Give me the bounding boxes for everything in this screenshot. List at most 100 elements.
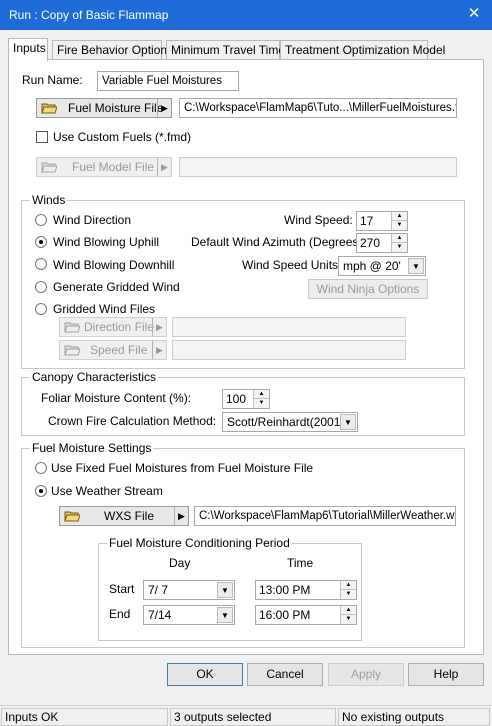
wind-speed-units-value: mph @ 20' — [343, 259, 401, 273]
inputs-panel: Run Name: Variable Fuel Moistures Fuel M… — [8, 59, 484, 655]
wind-speed-stepper[interactable]: 17 ▲ ▼ — [356, 211, 408, 231]
day-column-header: Day — [169, 556, 191, 570]
wind-azimuth-stepper[interactable]: 270 ▲ ▼ — [356, 233, 408, 253]
gridded-wind-files-radio[interactable] — [35, 303, 47, 315]
chevron-down-icon[interactable]: ▼ — [217, 607, 233, 623]
end-time-value: 16:00 PM — [259, 608, 311, 622]
open-folder-icon — [41, 103, 57, 114]
chevron-down-icon[interactable]: ▼ — [217, 582, 233, 598]
speed-file-button[interactable]: Speed File ▶ — [59, 340, 167, 360]
use-weather-stream-label: Use Weather Stream — [51, 484, 163, 498]
generate-gridded-wind-radio[interactable] — [35, 281, 47, 293]
foliar-moisture-stepper[interactable]: 100 ▲ ▼ — [222, 389, 270, 409]
wind-blowing-uphill-label: Wind Blowing Uphill — [53, 235, 160, 249]
winds-legend: Winds — [30, 193, 68, 207]
tab-inputs[interactable]: Inputs — [8, 38, 48, 61]
start-time-value: 13:00 PM — [259, 583, 311, 597]
status-outputs-selected: 3 outputs selected — [170, 708, 336, 726]
gridded-wind-files-label: Gridded Wind Files — [53, 302, 156, 316]
chevron-down-icon[interactable]: ▼ — [408, 258, 424, 274]
status-bar: Inputs OK 3 outputs selected No existing… — [0, 705, 492, 726]
spin-up-icon[interactable]: ▲ — [340, 606, 356, 615]
speed-file-label: Speed File — [90, 343, 148, 357]
spin-up-icon[interactable]: ▲ — [391, 212, 407, 221]
start-row-label: Start — [109, 582, 135, 596]
time-column-header: Time — [287, 556, 314, 570]
open-folder-icon — [64, 345, 80, 356]
conditioning-period-group: Fuel Moisture Conditioning Period Day Ti… — [98, 536, 362, 641]
apply-button[interactable]: Apply — [328, 663, 404, 686]
winds-group: Winds Wind Direction Wind Blowing Uphill… — [21, 193, 465, 369]
fuel-moisture-file-path[interactable]: C:\Workspace\FlamMap6\Tuto...\MillerFuel… — [179, 98, 457, 118]
spin-up-icon[interactable]: ▲ — [391, 234, 407, 243]
spin-down-icon[interactable]: ▼ — [391, 243, 407, 252]
wxs-file-label: WXS File — [104, 509, 155, 523]
cancel-button[interactable]: Cancel — [247, 663, 323, 686]
spin-down-icon[interactable]: ▼ — [253, 399, 269, 408]
wind-direction-radio[interactable] — [35, 214, 47, 226]
conditioning-period-legend: Fuel Moisture Conditioning Period — [107, 536, 292, 550]
open-folder-icon — [64, 511, 80, 522]
chevron-right-icon: ▶ — [157, 99, 171, 117]
window-title: Run : Copy of Basic Flammap — [9, 8, 169, 22]
use-custom-fuels-checkbox[interactable] — [36, 131, 48, 143]
close-icon[interactable]: ✕ — [466, 6, 482, 22]
open-folder-icon — [64, 322, 80, 333]
use-weather-stream-radio[interactable] — [35, 485, 47, 497]
fuel-model-file-button[interactable]: Fuel Model File ▶ — [36, 157, 172, 177]
direction-file-button[interactable]: Direction File ▶ — [59, 317, 167, 337]
run-name-label: Run Name: — [22, 73, 83, 87]
tab-fire-behavior-options[interactable]: Fire Behavior Options — [52, 40, 173, 60]
wind-ninja-options-button[interactable]: Wind Ninja Options — [308, 279, 428, 299]
wxs-file-path[interactable]: C:\Workspace\FlamMap6\Tutorial\MillerWea… — [194, 506, 456, 526]
status-inputs: Inputs OK — [1, 708, 168, 726]
chevron-right-icon: ▶ — [174, 507, 188, 525]
spin-up-icon[interactable]: ▲ — [253, 390, 269, 399]
fuel-moisture-file-label: Fuel Moisture File — [68, 101, 164, 115]
speed-file-path — [172, 340, 406, 360]
canopy-legend: Canopy Characteristics — [30, 370, 159, 384]
use-fixed-fuel-moistures-label: Use Fixed Fuel Moistures from Fuel Moist… — [51, 461, 314, 475]
foliar-moisture-label: Foliar Moisture Content (%): — [41, 391, 192, 405]
wind-azimuth-value: 270 — [360, 236, 381, 250]
chevron-right-icon: ▶ — [152, 341, 166, 359]
wind-speed-units-label: Wind Speed Units: — [242, 258, 342, 272]
fuel-model-file-label: Fuel Model File — [72, 160, 155, 174]
use-fixed-fuel-moistures-radio[interactable] — [35, 462, 47, 474]
end-time-stepper[interactable]: 16:00 PM ▲ ▼ — [255, 605, 357, 625]
wind-blowing-downhill-label: Wind Blowing Downhill — [53, 258, 175, 272]
wind-speed-label: Wind Speed: — [284, 213, 353, 227]
spin-down-icon[interactable]: ▼ — [340, 590, 356, 599]
canopy-group: Canopy Characteristics Foliar Moisture C… — [21, 370, 465, 436]
wind-blowing-downhill-radio[interactable] — [35, 258, 47, 270]
direction-file-path — [172, 317, 406, 337]
ok-button[interactable]: OK — [167, 663, 243, 686]
tab-minimum-travel-time[interactable]: Minimum Travel Time — [166, 40, 285, 60]
spin-up-icon[interactable]: ▲ — [340, 581, 356, 590]
crown-fire-method-select[interactable]: Scott/Reinhardt(2001) ▼ — [222, 412, 358, 432]
direction-file-label: Direction File — [84, 320, 155, 334]
chevron-right-icon: ▶ — [157, 158, 171, 176]
wind-blowing-uphill-radio[interactable] — [35, 236, 47, 248]
fuel-model-file-path — [179, 157, 457, 177]
chevron-down-icon[interactable]: ▼ — [340, 414, 356, 430]
wxs-file-button[interactable]: WXS File ▶ — [59, 506, 189, 526]
end-day-select[interactable]: 7/14 ▼ — [143, 605, 235, 625]
help-button[interactable]: Help — [408, 663, 484, 686]
open-folder-icon — [41, 162, 57, 173]
fuel-moisture-settings-legend: Fuel Moisture Settings — [30, 441, 154, 455]
start-time-stepper[interactable]: 13:00 PM ▲ ▼ — [255, 580, 357, 600]
fuel-moisture-file-button[interactable]: Fuel Moisture File ▶ — [36, 98, 172, 118]
spin-down-icon[interactable]: ▼ — [391, 221, 407, 230]
start-day-select[interactable]: 7/ 7 ▼ — [143, 580, 235, 600]
wind-speed-units-select[interactable]: mph @ 20' ▼ — [338, 256, 426, 276]
use-custom-fuels-label: Use Custom Fuels (*.fmd) — [53, 130, 192, 144]
spin-down-icon[interactable]: ▼ — [340, 615, 356, 624]
end-row-label: End — [109, 607, 131, 621]
wind-direction-label: Wind Direction — [53, 213, 132, 227]
chevron-right-icon: ▶ — [152, 318, 166, 336]
tab-treatment-optimization-model[interactable]: Treatment Optimization Model — [280, 40, 445, 60]
run-name-input[interactable]: Variable Fuel Moistures — [97, 71, 239, 91]
status-existing-outputs: No existing outputs — [338, 708, 490, 726]
wind-azimuth-label: Default Wind Azimuth (Degrees): — [191, 235, 366, 249]
